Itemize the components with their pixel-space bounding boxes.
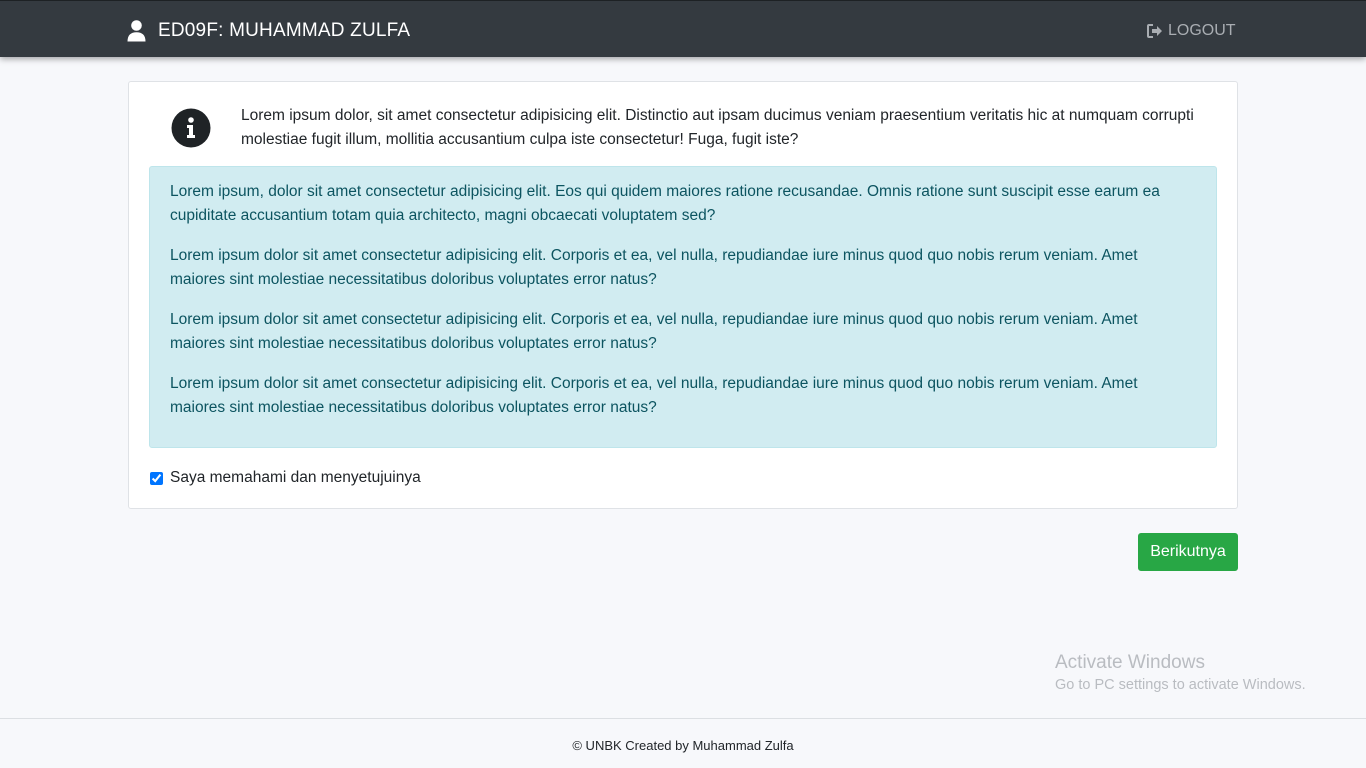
- logout-link[interactable]: LOGOUT: [1147, 21, 1236, 41]
- alert-paragraph: Lorem ipsum, dolor sit amet consectetur …: [170, 183, 1160, 224]
- watermark-subtitle: Go to PC settings to activate Windows.: [1055, 677, 1306, 693]
- top-navbar: ED09F: MUHAMMAD ZULFA LOGOUT: [0, 0, 1366, 57]
- next-button[interactable]: Berikutnya: [1138, 533, 1238, 571]
- intro-text: Lorem ipsum dolor, sit amet consectetur …: [241, 107, 1194, 148]
- logout-label[interactable]: LOGOUT: [1168, 22, 1236, 40]
- watermark-title: Activate Windows: [1055, 652, 1205, 673]
- instruction-card: Lorem ipsum dolor, sit amet consectetur …: [128, 81, 1238, 509]
- alert-paragraph: Lorem ipsum dolor sit amet consectetur a…: [170, 311, 1138, 352]
- info-alert: Lorem ipsum, dolor sit amet consectetur …: [149, 166, 1217, 448]
- alert-paragraph: Lorem ipsum dolor sit amet consectetur a…: [170, 247, 1138, 288]
- navbar-brand: ED09F: MUHAMMAD ZULFA: [127, 18, 410, 44]
- info-circle-icon: [171, 108, 211, 148]
- user-icon: [127, 20, 146, 42]
- agree-checkbox-row[interactable]: Saya memahami dan menyetujuinya: [149, 467, 421, 489]
- agree-label[interactable]: Saya memahami dan menyetujuinya: [170, 469, 421, 487]
- footer-text: © UNBK Created by Muhammad Zulfa: [572, 738, 794, 753]
- agree-checkbox[interactable]: [150, 471, 163, 485]
- windows-activation-watermark: Activate Windows Go to PC settings to ac…: [1055, 651, 1306, 695]
- participant-title: ED09F: MUHAMMAD ZULFA: [158, 20, 411, 41]
- alert-paragraph: Lorem ipsum dolor sit amet consectetur a…: [170, 375, 1138, 416]
- sign-out-icon: [1147, 24, 1163, 38]
- page-footer: © UNBK Created by Muhammad Zulfa: [0, 718, 1366, 768]
